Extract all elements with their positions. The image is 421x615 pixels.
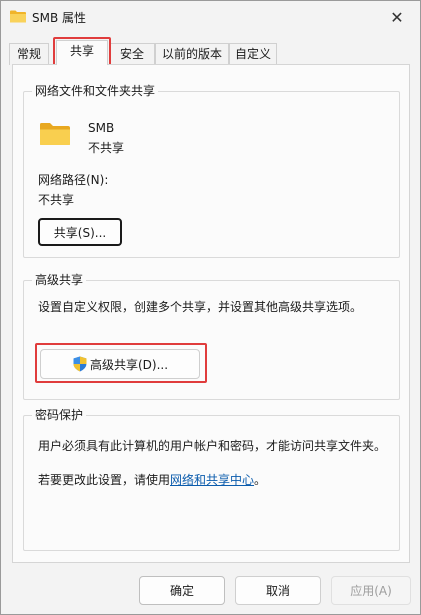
password-protection-description: 用户必须具有此计算机的用户帐户和密码，才能访问共享文件夹。: [38, 439, 387, 453]
change-setting-prefix: 若要更改此设置，请使用: [38, 473, 171, 487]
network-path-label: 网络路径(N):: [38, 173, 109, 187]
group-title-network-sharing: 网络文件和文件夹共享: [32, 83, 159, 99]
advanced-sharing-button-label: 高级共享(D)...: [89, 357, 169, 372]
apply-button[interactable]: 应用(A): [331, 576, 411, 605]
close-button[interactable]: ✕: [374, 1, 420, 33]
tab-security[interactable]: 安全: [109, 43, 155, 65]
tab-customize[interactable]: 自定义: [229, 43, 277, 65]
advanced-sharing-group: 高级共享 设置自定义权限，创建多个共享，并设置其他高级共享选项。 高级共享(D)…: [23, 272, 400, 400]
advanced-sharing-description: 设置自定义权限，创建多个共享，并设置其他高级共享选项。: [38, 300, 363, 314]
share-status: 不共享: [88, 141, 125, 155]
folder-name: SMB: [88, 121, 115, 135]
close-icon: ✕: [390, 7, 404, 27]
advanced-sharing-button[interactable]: 高级共享(D)...: [40, 349, 200, 379]
network-sharing-center-link[interactable]: 网络和共享中心: [170, 473, 254, 487]
cancel-button[interactable]: 取消: [235, 576, 321, 605]
tab-sharing[interactable]: 共享: [56, 40, 108, 65]
group-title-password-protection: 密码保护: [32, 407, 87, 423]
network-path-value: 不共享: [38, 193, 75, 207]
folder-icon: [40, 122, 70, 149]
tab-general[interactable]: 常规: [9, 43, 49, 65]
folder-icon: [10, 10, 26, 23]
network-sharing-group: 网络文件和文件夹共享 SMB 不共享 网络路径(N): 不共享 共享(S)...: [23, 83, 400, 258]
group-title-advanced-sharing: 高级共享: [32, 272, 87, 288]
password-protection-group: 密码保护 用户必须具有此计算机的用户帐户和密码，才能访问共享文件夹。 若要更改此…: [23, 407, 400, 551]
dialog-footer: 确定 取消 应用(A): [1, 566, 420, 614]
change-setting-text: 若要更改此设置，请使用网络和共享中心。: [38, 472, 266, 488]
sharing-panel: 网络文件和文件夹共享 SMB 不共享 网络路径(N): 不共享 共享(S)...…: [12, 64, 410, 563]
properties-dialog: SMB 属性 ✕ 常规 共享 安全 以前的版本 自定义 网络文件和文件夹共享 S…: [0, 0, 421, 615]
window-title: SMB 属性: [32, 11, 87, 25]
title-bar: SMB 属性 ✕: [1, 1, 420, 33]
ok-button[interactable]: 确定: [139, 576, 225, 605]
tab-previous-versions[interactable]: 以前的版本: [155, 43, 229, 65]
uac-shield-icon: [72, 356, 88, 372]
change-setting-suffix: 。: [254, 473, 267, 487]
share-button[interactable]: 共享(S)...: [38, 218, 122, 246]
